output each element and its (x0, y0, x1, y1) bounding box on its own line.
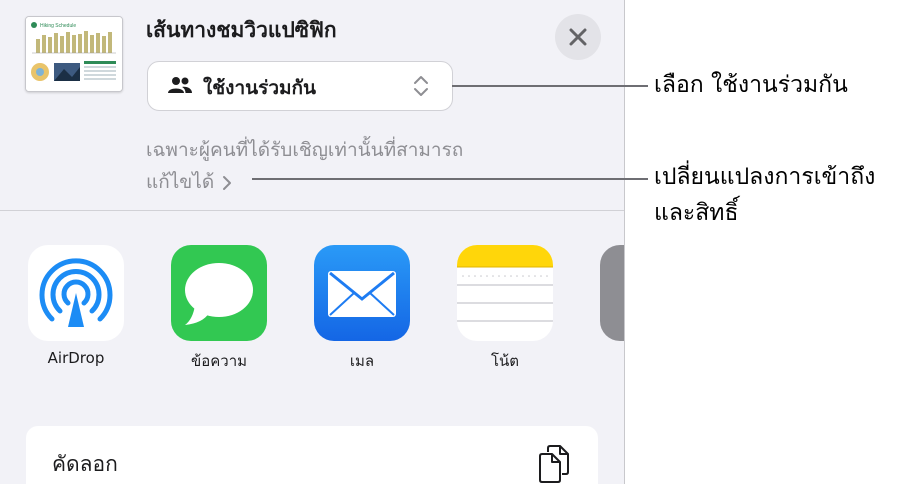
close-button[interactable] (555, 14, 601, 60)
app-notes[interactable]: โน้ต (445, 245, 565, 373)
access-permissions-link[interactable]: เฉพาะผู้คนที่ได้รับเชิญเท่านั้นที่สามารถ… (146, 134, 566, 198)
more-app-icon (600, 245, 624, 341)
app-share-row: AirDrop ข้อความ เมล โน้ต (0, 211, 624, 411)
document-title: เส้นทางชมวิวแปซิฟิก (146, 18, 337, 42)
app-label: เ (588, 349, 624, 373)
chevron-right-icon (223, 175, 232, 190)
close-icon (569, 28, 587, 46)
callout-line-collaboration (452, 85, 648, 87)
document-thumbnail: Hiking Schedule (25, 16, 123, 92)
copy-icon (539, 445, 569, 483)
access-info-line-1: เฉพาะผู้คนที่ได้รับเชิญเท่านั้นที่สามารถ (146, 139, 464, 161)
callout-access-line-1: เปลี่ยนแปลงการเข้าถึง (654, 164, 876, 190)
callout-line-access (252, 178, 648, 180)
messages-icon (171, 245, 267, 341)
app-mail[interactable]: เมล (302, 245, 422, 373)
airdrop-icon (28, 245, 124, 341)
copy-label: คัดลอก (52, 452, 118, 476)
copy-action[interactable]: คัดลอก (26, 426, 598, 484)
callout-access-line-2: และสิทธิ์ (654, 200, 739, 226)
mail-icon (314, 245, 410, 341)
app-airdrop[interactable]: AirDrop (16, 245, 136, 367)
share-sheet: Hiking Schedule เส้นทางชมวิวแปซิฟิก ใช้ง… (0, 0, 625, 484)
notes-icon (457, 245, 553, 341)
access-info-line-2: แก้ไขได้ (146, 171, 215, 193)
collaboration-selector[interactable]: ใช้งานร่วมกัน (147, 61, 453, 111)
app-more[interactable]: เ (588, 245, 624, 373)
app-label: เมล (349, 352, 375, 370)
callout-collaboration: เลือก ใช้งานร่วมกัน (654, 72, 848, 98)
app-label: โน้ต (490, 352, 520, 370)
people-icon (168, 77, 192, 93)
chevron-up-down-icon (414, 76, 428, 96)
app-label: ข้อความ (190, 352, 248, 370)
app-messages[interactable]: ข้อความ (159, 245, 279, 373)
app-label: AirDrop (47, 349, 105, 367)
thumbnail-title: Hiking Schedule (40, 23, 76, 29)
collaboration-option-label: ใช้งานร่วมกัน (203, 77, 316, 99)
